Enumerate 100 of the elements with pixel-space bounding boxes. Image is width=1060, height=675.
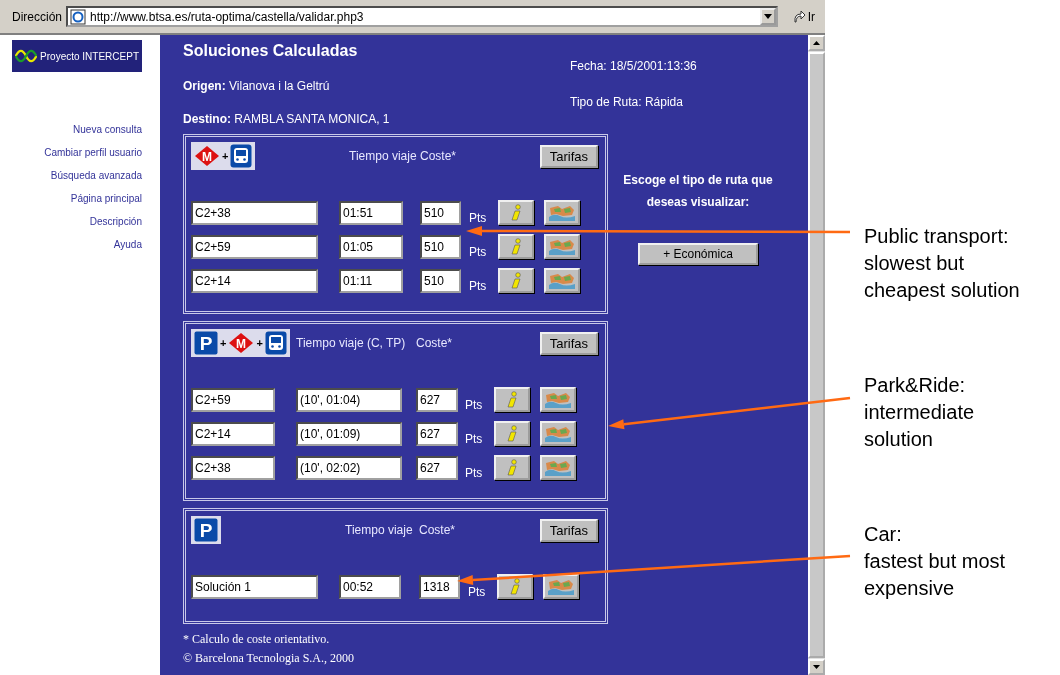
nav-link[interactable]: Página principal [70, 191, 142, 206]
column-header: Coste* [420, 149, 458, 163]
copyright-text: © Barcelona Tecnologia S.A., 2000 [183, 651, 356, 666]
map-icon [548, 237, 576, 256]
page-icon [70, 8, 86, 25]
map-icon [544, 390, 572, 409]
date-text: Fecha: 18/5/2001:13:36 [570, 59, 698, 73]
tariffs-button[interactable]: Tarifas [539, 144, 598, 168]
column-header: Coste* [416, 336, 454, 350]
travel-time-field[interactable]: 00:52 [339, 574, 401, 599]
route-field[interactable]: C2+14 [191, 268, 318, 293]
cost-field[interactable]: 627 [416, 455, 458, 480]
tariffs-button[interactable]: Tarifas [539, 518, 598, 542]
travel-time-field[interactable]: (10', 02:02) [296, 455, 402, 480]
route-field[interactable]: C2+38 [191, 455, 275, 480]
cost-field[interactable]: 627 [416, 421, 458, 446]
column-header: Tiempo viaje [344, 523, 414, 537]
map-button[interactable] [543, 574, 579, 599]
info-button[interactable] [498, 234, 534, 259]
cost-field[interactable]: 627 [416, 387, 458, 412]
site-logo[interactable]: Proyecto INTERCEPT [12, 40, 142, 72]
info-button[interactable] [498, 200, 534, 225]
info-button[interactable] [498, 268, 534, 293]
scroll-up-button[interactable] [808, 35, 825, 51]
column-header: Tiempo viaje [348, 149, 418, 163]
info-icon [506, 390, 518, 409]
cost-field[interactable]: 1318 [419, 574, 460, 599]
route-field[interactable]: C2+14 [191, 421, 275, 446]
scroll-down-button[interactable] [808, 659, 825, 675]
nav-link[interactable]: Descripción [89, 214, 142, 229]
page-title: Soluciones Calculadas [183, 42, 359, 60]
info-icon [510, 271, 522, 290]
bus-icon [264, 331, 287, 355]
nav-link[interactable]: Nueva consulta [73, 122, 142, 137]
info-icon [506, 458, 518, 477]
parking-icon: P [194, 331, 218, 355]
metro-icon: M [194, 145, 220, 167]
map-button[interactable] [540, 421, 576, 446]
cost-field[interactable]: 510 [420, 268, 461, 293]
travel-time-field[interactable]: 01:05 [339, 234, 403, 259]
cost-field[interactable]: 510 [420, 234, 461, 259]
up-arrow-icon [813, 41, 820, 45]
currency-unit: Pts [468, 210, 488, 225]
info-icon [506, 424, 518, 443]
route-type-text: Tipo de Ruta: Rápida [570, 95, 684, 109]
map-icon [547, 577, 575, 596]
currency-unit: Pts [467, 584, 487, 599]
route-type-button[interactable]: + Económica [638, 243, 758, 265]
map-icon [544, 458, 572, 477]
go-button[interactable]: Ir [791, 9, 815, 24]
nav-link[interactable]: Búsqueda avanzada [50, 168, 142, 183]
destination-text: Destino: RAMBLA SANTA MONICA, 1 [183, 112, 391, 126]
plus-sign: + [222, 150, 229, 162]
dropdown-button[interactable] [759, 8, 776, 25]
currency-unit: Pts [468, 244, 488, 259]
travel-time-field[interactable]: 01:11 [339, 268, 403, 293]
parking-icon: P [194, 518, 218, 542]
map-icon [548, 203, 576, 222]
info-button[interactable] [494, 455, 530, 480]
bus-icon [230, 144, 253, 168]
plus-sign: + [220, 337, 227, 349]
annotation-text: Public transport: slowest but cheapest solution [864, 224, 1021, 303]
info-icon [510, 237, 522, 256]
map-button[interactable] [544, 268, 580, 293]
route-field[interactable]: Solución 1 [191, 574, 318, 599]
map-button[interactable] [540, 387, 576, 412]
info-button[interactable] [494, 387, 530, 412]
route-field[interactable]: C2+59 [191, 387, 275, 412]
currency-unit: Pts [464, 431, 484, 446]
currency-unit: Pts [464, 397, 484, 412]
travel-time-field[interactable]: 01:51 [339, 200, 403, 225]
travel-time-field[interactable]: (10', 01:09) [296, 421, 402, 446]
nav-link[interactable]: Cambiar perfil usuario [44, 145, 142, 160]
down-arrow-icon [813, 665, 820, 669]
url-field[interactable]: http://www.btsa.es/ruta-optima/castella/validar.php3 [66, 6, 778, 27]
info-button[interactable] [497, 574, 533, 599]
map-button[interactable] [544, 200, 580, 225]
column-header: Tiempo viaje (C, TP) [296, 336, 407, 350]
map-button[interactable] [540, 455, 576, 480]
travel-time-field[interactable]: (10', 01:04) [296, 387, 402, 412]
metro-icon: M [228, 332, 255, 354]
plus-sign: + [256, 337, 263, 349]
route-choice-prompt: Escoge el tipo de ruta que deseas visualizar: [623, 172, 773, 211]
column-header: Coste* [419, 523, 457, 537]
tariffs-button[interactable]: Tarifas [539, 331, 598, 355]
go-arrow-icon [791, 9, 806, 24]
origin-text: Origen: Vilanova i la Geltrú [183, 79, 331, 93]
info-button[interactable] [494, 421, 530, 446]
map-button[interactable] [544, 234, 580, 259]
nav-link[interactable]: Ayuda [113, 237, 142, 252]
cost-field[interactable]: 510 [420, 200, 461, 225]
currency-unit: Pts [468, 278, 488, 293]
map-icon [548, 271, 576, 290]
address-label: Dirección [12, 9, 62, 24]
route-field[interactable]: C2+38 [191, 200, 318, 225]
info-icon [509, 577, 521, 596]
caret-icon [763, 14, 772, 19]
route-field[interactable]: C2+59 [191, 234, 318, 259]
cost-note: * Calculo de coste orientativo. [183, 632, 331, 647]
annotation-text: Park&Ride: intermediate solution [864, 373, 976, 452]
